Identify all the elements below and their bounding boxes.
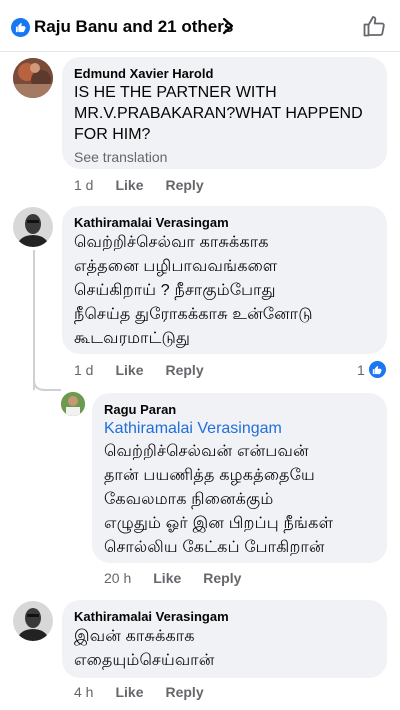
avatar[interactable] <box>13 601 53 641</box>
see-translation-link[interactable]: See translation <box>74 149 375 165</box>
comment-author[interactable]: Kathiramalai Verasingam <box>74 608 375 625</box>
comment-text-line: MR.V.PRABAKARAN?WHAT HAPPEND <box>74 105 363 122</box>
comment-text-line: IS HE THE PARTNER WITH <box>74 84 277 101</box>
comment-text-line: கூடவரமாட்டுது <box>74 330 191 347</box>
comment-text-line: தான் பயணித்த கழகத்தையே <box>104 467 315 484</box>
reaction-count[interactable]: 1 <box>357 361 386 378</box>
reply-button[interactable]: Reply <box>165 684 203 700</box>
like-button[interactable]: Like <box>153 570 181 586</box>
like-button[interactable]: Like <box>115 684 143 700</box>
comment-bubble: Edmund Xavier Harold IS HE THE PARTNER W… <box>62 57 387 169</box>
reaction-count-number: 1 <box>357 361 365 378</box>
reply-button[interactable]: Reply <box>165 177 203 193</box>
comment-text-line: வெற்றிச்செல்வன் என்பவன் <box>104 443 309 460</box>
reactions-header[interactable]: Raju Banu and 21 others <box>0 0 400 52</box>
comment-text-line: FOR HIM? <box>74 126 151 143</box>
comment-text-line: கேவலமாக நினைக்கும் <box>104 491 274 508</box>
comment-text-line: நீசெய்த துரோகக்காசு உன்னோடு <box>74 306 313 323</box>
avatar[interactable] <box>61 392 85 416</box>
reply-thread-line <box>33 250 35 390</box>
reply-connector <box>33 380 61 391</box>
comment-time[interactable]: 20 h <box>104 570 131 586</box>
mention-link[interactable]: Kathiramalai Verasingam <box>104 418 375 440</box>
comment-text-line: சொல்லிய கேட்கப் போகிறான் <box>104 539 325 556</box>
comment-actions: 1 d Like Reply <box>74 177 226 193</box>
comment-text-line: இவன் காசுக்காக <box>74 628 195 645</box>
reply-button[interactable]: Reply <box>203 570 241 586</box>
comment-bubble: Kathiramalai Verasingam வெற்றிச்செல்வா க… <box>62 206 387 354</box>
comment-text-line: எதையும்செய்வான் <box>74 652 215 669</box>
comment-time[interactable]: 1 d <box>74 177 93 193</box>
like-reaction-icon <box>368 361 386 378</box>
comment-text-line: எத்தனை பழிபாவவங்களை <box>74 258 278 275</box>
like-button[interactable]: Like <box>115 362 143 378</box>
comment-time[interactable]: 1 d <box>74 362 93 378</box>
comment-time[interactable]: 4 h <box>74 684 93 700</box>
comment-text-line: வெற்றிச்செல்வா காசுக்காக <box>74 234 269 251</box>
comment-author[interactable]: Ragu Paran <box>104 401 375 418</box>
comment-author[interactable]: Edmund Xavier Harold <box>74 65 375 82</box>
chevron-right-icon[interactable] <box>222 17 234 40</box>
like-post-button[interactable] <box>362 14 386 43</box>
avatar[interactable] <box>13 58 53 98</box>
comment-author[interactable]: Kathiramalai Verasingam <box>74 214 375 231</box>
comment-bubble: Ragu Paran Kathiramalai Verasingam வெற்ற… <box>92 393 387 563</box>
comment-text-line: செய்கிறாய் ? நீசாகும்போது <box>74 282 276 299</box>
comment-actions: 4 h Like Reply <box>74 684 226 700</box>
comment-bubble: Kathiramalai Verasingam இவன் காசுக்காக எ… <box>62 600 387 678</box>
comment-actions: 20 h Like Reply <box>104 570 263 586</box>
reply-button[interactable]: Reply <box>165 362 203 378</box>
like-button[interactable]: Like <box>115 177 143 193</box>
like-reaction-icon <box>11 18 30 37</box>
avatar[interactable] <box>13 207 53 247</box>
comment-text-line: எழுதும் ஓர் இன பிறப்பு நீங்கள் <box>104 515 334 532</box>
comment-actions: 1 d Like Reply <box>74 362 226 378</box>
reactions-summary-text[interactable]: Raju Banu and 21 others <box>34 17 233 37</box>
